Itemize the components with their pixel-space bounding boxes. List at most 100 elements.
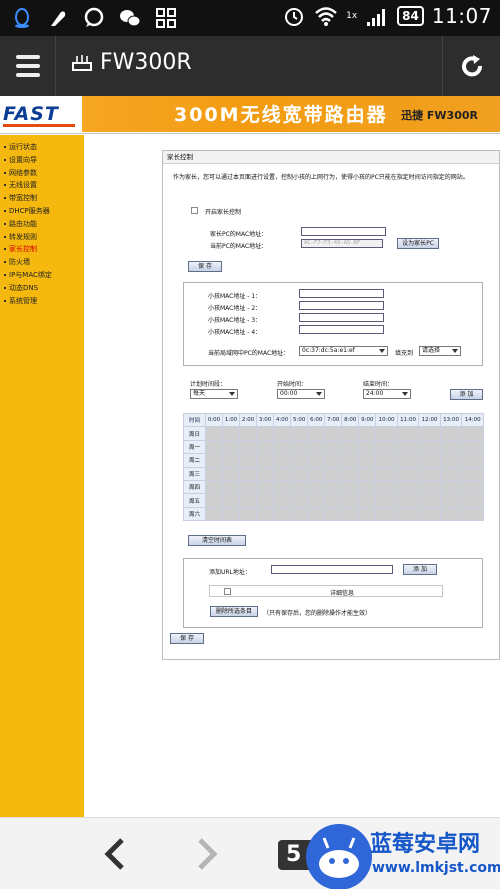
menu-button[interactable] (0, 36, 56, 96)
schedule-cell[interactable] (375, 426, 398, 441)
sidebar-item[interactable]: 防火墙 (0, 256, 52, 269)
schedule-cell[interactable] (461, 479, 484, 495)
back-arrow-icon[interactable] (100, 836, 130, 872)
sidebar-item[interactable]: 系统管理 (0, 295, 52, 308)
child-mac-input[interactable] (299, 313, 384, 322)
schedule-cell[interactable] (439, 479, 463, 495)
schedule-cell[interactable] (204, 479, 224, 495)
enable-parental-control-checkbox[interactable] (191, 207, 198, 214)
schedule-cell[interactable] (341, 426, 360, 441)
schedule-cell[interactable] (375, 466, 398, 481)
schedule-cell[interactable] (239, 466, 258, 481)
schedule-cell[interactable] (375, 439, 398, 455)
schedule-cell[interactable] (358, 506, 377, 522)
schedule-cell[interactable] (273, 453, 292, 468)
forward-arrow-icon[interactable] (192, 836, 222, 872)
schedule-cell[interactable] (324, 479, 343, 495)
sidebar-item[interactable]: 无线设置 (0, 179, 52, 192)
schedule-cell[interactable] (273, 493, 292, 508)
sidebar-item[interactable]: DHCP服务器 (0, 205, 52, 218)
schedule-cell[interactable] (358, 453, 377, 468)
sidebar-item[interactable]: IP与MAC绑定 (0, 269, 52, 282)
schedule-cell[interactable] (418, 466, 441, 481)
schedule-cell[interactable] (396, 466, 420, 481)
schedule-cell[interactable] (290, 493, 309, 508)
schedule-cell[interactable] (239, 479, 258, 495)
bottom-save-button[interactable]: 保 存 (170, 633, 204, 644)
schedule-cell[interactable] (204, 426, 224, 441)
schedule-cell[interactable] (256, 493, 275, 508)
schedule-cell[interactable] (273, 426, 292, 441)
schedule-cell[interactable] (222, 466, 241, 481)
save-button[interactable]: 保 存 (188, 261, 222, 272)
schedule-cell[interactable] (273, 506, 292, 522)
sidebar-item[interactable]: 路由功能 (0, 218, 52, 231)
parent-mac-input[interactable] (301, 227, 386, 236)
schedule-cell[interactable] (461, 439, 484, 455)
schedule-cell[interactable] (324, 493, 343, 508)
schedule-cell[interactable] (290, 426, 309, 441)
add-url-button[interactable]: 添 加 (403, 564, 437, 575)
schedule-cell[interactable] (375, 453, 398, 468)
end-time-select[interactable]: 24:00 (363, 389, 411, 399)
schedule-cell[interactable] (461, 426, 484, 441)
schedule-cell[interactable] (324, 453, 343, 468)
schedule-cell[interactable] (358, 466, 377, 481)
child-mac-input[interactable] (299, 289, 384, 298)
lan-mac-select[interactable]: 0c:37:dc:5a:e1:ef (299, 346, 388, 356)
sidebar-item[interactable]: 动态DNS (0, 282, 52, 295)
schedule-cell[interactable] (222, 426, 241, 441)
schedule-cell[interactable] (307, 506, 326, 522)
schedule-cell[interactable] (461, 493, 484, 508)
schedule-cell[interactable] (341, 466, 360, 481)
schedule-cell[interactable] (375, 479, 398, 495)
schedule-cell[interactable] (341, 453, 360, 468)
schedule-cell[interactable] (239, 426, 258, 441)
schedule-cell[interactable] (418, 493, 441, 508)
schedule-cell[interactable] (222, 439, 241, 455)
schedule-cell[interactable] (396, 506, 420, 522)
schedule-cell[interactable] (439, 466, 463, 481)
schedule-cell[interactable] (341, 439, 360, 455)
schedule-cell[interactable] (375, 493, 398, 508)
schedule-cell[interactable] (439, 426, 463, 441)
schedule-cell[interactable] (461, 506, 484, 522)
schedule-cell[interactable] (256, 453, 275, 468)
schedule-cell[interactable] (396, 479, 420, 495)
schedule-cell[interactable] (358, 426, 377, 441)
schedule-cell[interactable] (439, 439, 463, 455)
child-mac-input[interactable] (299, 325, 384, 334)
schedule-cell[interactable] (307, 439, 326, 455)
schedule-cell[interactable] (358, 479, 377, 495)
schedule-cell[interactable] (290, 439, 309, 455)
schedule-cell[interactable] (324, 439, 343, 455)
start-time-select[interactable]: 00:00 (277, 389, 325, 399)
schedule-cell[interactable] (396, 439, 420, 455)
schedule-cell[interactable] (358, 493, 377, 508)
sidebar-item[interactable]: 运行状态 (0, 141, 52, 154)
schedule-cell[interactable] (290, 506, 309, 522)
schedule-cell[interactable] (222, 493, 241, 508)
schedule-cell[interactable] (375, 506, 398, 522)
schedule-cell[interactable] (341, 493, 360, 508)
schedule-cell[interactable] (461, 466, 484, 481)
sidebar-item[interactable]: 家长控制 (0, 243, 52, 256)
schedule-cell[interactable] (307, 453, 326, 468)
schedule-cell[interactable] (239, 493, 258, 508)
schedule-cell[interactable] (222, 453, 241, 468)
schedule-cell[interactable] (256, 466, 275, 481)
schedule-cell[interactable] (290, 466, 309, 481)
schedule-cell[interactable] (396, 493, 420, 508)
schedule-cell[interactable] (324, 426, 343, 441)
schedule-cell[interactable] (239, 506, 258, 522)
schedule-cell[interactable] (418, 439, 441, 455)
schedule-cell[interactable] (307, 493, 326, 508)
set-parent-pc-button[interactable]: 设为家长PC (397, 238, 439, 249)
schedule-cell[interactable] (204, 493, 224, 508)
schedule-cell[interactable] (239, 453, 258, 468)
schedule-cell[interactable] (256, 439, 275, 455)
add-time-button[interactable]: 添 加 (450, 389, 483, 400)
schedule-cell[interactable] (324, 506, 343, 522)
sidebar-item[interactable]: 带宽控制 (0, 192, 52, 205)
schedule-cell[interactable] (273, 466, 292, 481)
